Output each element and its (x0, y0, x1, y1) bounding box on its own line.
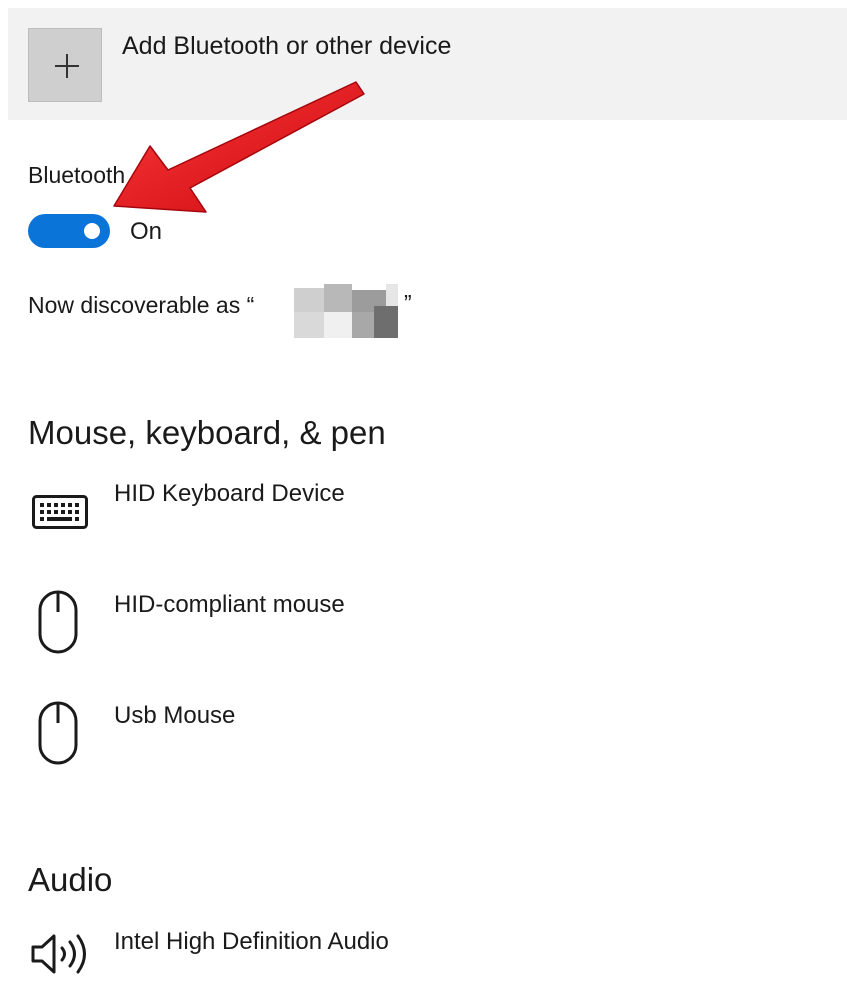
bluetooth-label: Bluetooth (28, 162, 126, 188)
speaker-icon (31, 934, 86, 974)
section-title-audio: Audio (28, 861, 113, 898)
device-label: HID-compliant mouse (114, 591, 345, 618)
add-device-button[interactable]: Add Bluetooth or other device (8, 8, 847, 120)
plus-icon (28, 28, 102, 102)
device-label: HID Keyboard Device (114, 480, 345, 507)
toggle-state-label: On (130, 218, 163, 245)
section-title-mouse-keyboard-pen: Mouse, keyboard, & pen (28, 414, 386, 451)
discoverable-text: Now discoverable as “ (28, 292, 254, 319)
discoverable-suffix: ” (404, 290, 412, 316)
mouse-icon (38, 701, 78, 765)
bluetooth-toggle[interactable] (28, 214, 110, 248)
redacted-device-name: ” (286, 284, 414, 338)
keyboard-icon (32, 495, 88, 529)
discoverable-prefix: Now discoverable as “ (28, 292, 255, 318)
mouse-icon (38, 590, 78, 654)
toggle-knob (84, 223, 100, 239)
device-label: Intel High Definition Audio (114, 928, 389, 955)
add-device-label: Add Bluetooth or other device (122, 32, 452, 60)
device-label: Usb Mouse (114, 702, 236, 729)
